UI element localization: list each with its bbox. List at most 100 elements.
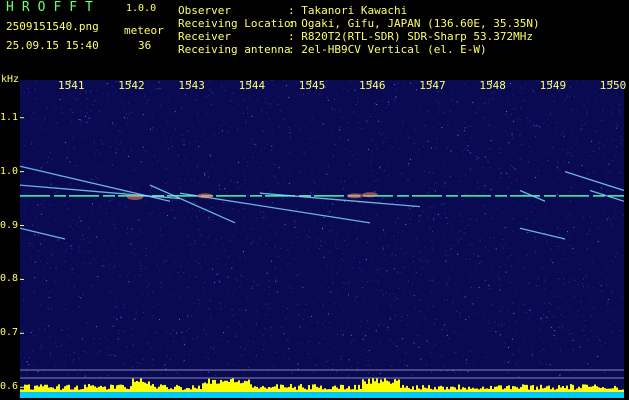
- noise-pixel: [251, 287, 253, 289]
- noise-pixel: [544, 302, 546, 304]
- noise-pixel: [84, 251, 86, 253]
- noise-pixel: [199, 303, 201, 305]
- noise-pixel: [122, 295, 124, 296]
- noise-pixel: [228, 327, 229, 329]
- noise-pixel: [123, 362, 125, 364]
- noise-pixel: [140, 271, 142, 272]
- noise-pixel: [495, 331, 497, 333]
- noise-pixel: [270, 326, 272, 328]
- noise-pixel: [545, 353, 547, 355]
- noise-pixel: [400, 248, 402, 249]
- noise-pixel: [115, 152, 117, 154]
- noise-pixel: [103, 239, 105, 241]
- level-bar: [178, 385, 180, 392]
- noise-pixel: [108, 200, 110, 202]
- noise-pixel: [258, 182, 260, 184]
- noise-pixel: [522, 142, 524, 143]
- noise-pixel: [121, 131, 123, 133]
- noise-pixel: [444, 254, 446, 256]
- level-bar: [74, 387, 76, 392]
- noise-pixel: [199, 121, 200, 123]
- noise-pixel: [103, 172, 105, 174]
- noise-pixel: [365, 335, 366, 337]
- level-bar: [586, 384, 588, 392]
- noise-pixel: [61, 336, 63, 338]
- level-bar: [596, 386, 598, 392]
- level-bar: [272, 386, 274, 392]
- noise-pixel: [149, 283, 151, 285]
- level-bar: [422, 385, 424, 392]
- noise-pixel: [273, 89, 275, 91]
- noise-pixel: [273, 366, 275, 367]
- noise-pixel: [346, 368, 348, 370]
- noise-pixel: [183, 354, 185, 355]
- noise-pixel: [476, 228, 478, 230]
- level-bar: [34, 385, 36, 392]
- level-bar: [496, 386, 498, 392]
- noise-pixel: [33, 354, 35, 356]
- noise-pixel: [520, 107, 522, 109]
- noise-pixel: [263, 348, 264, 350]
- info-value-receiver: : R820T2(RTL-SDR) SDR-Sharp 53.372MHz: [288, 30, 534, 43]
- level-bar: [576, 388, 578, 392]
- noise-pixel: [497, 331, 499, 333]
- noise-pixel: [34, 118, 35, 120]
- noise-pixel: [84, 85, 86, 87]
- noise-pixel: [476, 323, 478, 325]
- noise-pixel: [535, 285, 537, 287]
- noise-pixel: [297, 368, 299, 370]
- noise-pixel: [408, 163, 410, 165]
- noise-pixel: [212, 93, 214, 95]
- noise-pixel: [469, 350, 471, 352]
- noise-pixel: [613, 217, 615, 219]
- noise-pixel: [218, 184, 220, 186]
- noise-pixel: [154, 141, 156, 143]
- noise-pixel: [269, 330, 271, 332]
- level-bar: [144, 382, 146, 392]
- noise-pixel: [330, 291, 332, 293]
- noise-pixel: [379, 238, 381, 240]
- noise-pixel: [330, 100, 332, 102]
- noise-pixel: [444, 182, 446, 184]
- noise-pixel: [194, 99, 196, 101]
- noise-pixel: [512, 231, 514, 233]
- noise-pixel: [570, 333, 572, 334]
- noise-pixel: [86, 133, 88, 135]
- noise-pixel: [256, 323, 257, 325]
- noise-pixel: [560, 351, 562, 353]
- noise-pixel: [112, 122, 113, 124]
- noise-pixel: [344, 180, 346, 182]
- noise-pixel: [560, 310, 562, 311]
- noise-pixel: [421, 215, 423, 217]
- noise-pixel: [350, 80, 352, 82]
- noise-pixel: [364, 127, 366, 129]
- noise-pixel: [321, 94, 323, 96]
- level-bar: [68, 384, 70, 392]
- noise-pixel: [248, 97, 250, 98]
- info-value-antenna: : 2el-HB9CV Vertical (el. E-W): [288, 43, 487, 56]
- noise-pixel: [294, 126, 296, 127]
- noise-pixel: [506, 111, 507, 112]
- noise-pixel: [571, 119, 573, 121]
- noise-pixel: [282, 198, 284, 200]
- noise-pixel: [232, 208, 234, 210]
- noise-pixel: [453, 298, 455, 300]
- noise-pixel: [57, 191, 58, 193]
- noise-pixel: [239, 322, 241, 324]
- noise-pixel: [447, 286, 449, 288]
- noise-pixel: [585, 276, 587, 277]
- noise-pixel: [383, 142, 385, 144]
- noise-pixel: [134, 275, 135, 277]
- level-bar: [398, 379, 400, 392]
- noise-pixel: [180, 187, 182, 189]
- noise-pixel: [452, 89, 454, 91]
- noise-pixel: [456, 290, 458, 292]
- level-bar: [504, 388, 506, 392]
- noise-pixel: [85, 90, 87, 92]
- noise-pixel: [341, 258, 343, 260]
- level-bar: [304, 388, 306, 392]
- noise-pixel: [211, 165, 213, 167]
- noise-pixel: [180, 259, 182, 261]
- noise-pixel: [606, 278, 608, 280]
- noise-pixel: [421, 281, 423, 283]
